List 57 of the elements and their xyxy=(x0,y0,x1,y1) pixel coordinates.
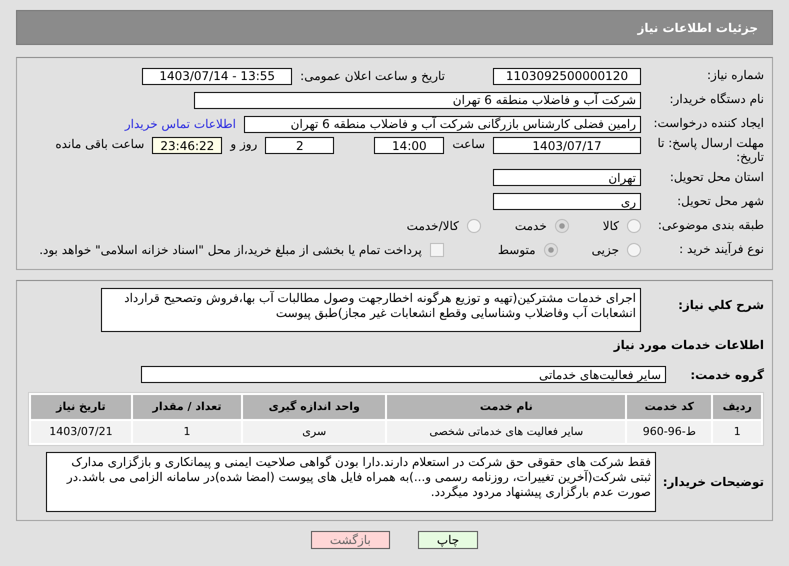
creator-field: رامین فضلی کارشناس بازرگانی شرکت آب و فاضلاب منطقه 6 تهران xyxy=(244,116,641,132)
checkbox-label: پرداخت تمام یا بخشی از مبلغ خرید،از محل "اسناد خزانه اسلامی" خواهد بود. xyxy=(39,242,422,257)
table-cell: سایر فعالیت های خدماتی شخصی xyxy=(387,420,626,443)
radio-button[interactable] xyxy=(466,218,481,233)
service-group-field: سایر فعالیت‌های خدماتی xyxy=(141,366,666,384)
radio-label: خدمت xyxy=(514,218,547,233)
field-label: ایجاد کننده درخواست: xyxy=(652,117,764,131)
checkbox[interactable] xyxy=(430,242,444,257)
field-label: توضیحات خریدار: xyxy=(664,474,764,489)
page-header: جزئیات اطلاعات نیاز xyxy=(16,10,773,45)
print-button[interactable]: چاپ xyxy=(418,530,478,549)
field-label: روز و xyxy=(230,137,258,151)
table-cell: 1403/07/21 xyxy=(31,420,131,443)
radio-label: جزیی xyxy=(592,242,619,257)
field-label: گروه خدمت: xyxy=(689,368,764,382)
radio-button[interactable] xyxy=(554,218,569,233)
field-label: ساعت باقی مانده xyxy=(55,137,144,151)
field-label: شماره نیاز: xyxy=(706,69,764,83)
deadline-date-field: 1403/07/17 xyxy=(493,137,641,154)
field-label: نام دستگاه خریدار: xyxy=(668,93,764,107)
field-label: مهلت ارسال پاسخ: تا تاریخ: xyxy=(656,137,764,165)
table-cell: 1 xyxy=(713,420,761,443)
field-label: شرح کلي نياز: xyxy=(677,298,764,312)
table-cell: سری xyxy=(243,420,386,443)
table-cell: ط-96-960 xyxy=(627,420,712,443)
field-label: استان محل تحویل: xyxy=(668,170,764,184)
field-label: طبقه بندی موضوعی: xyxy=(656,218,764,232)
description-box: اجرای خدمات مشترکین(تهیه و توزیع هرگونه اخطارجهت وصول مطالبات آب بها،فروش وتصحیح قرارداد انشعابات آب وفاضلاب وشناسایی وقطع انشعابات غیر مجاز)طبق پیوست xyxy=(101,288,641,332)
deadline-time-field: 14:00 xyxy=(374,137,444,154)
need-number-field: 1103092500000120 xyxy=(493,68,641,84)
announce-date-field: 1403/07/14 - 13:55 xyxy=(142,68,292,84)
buyer-contact-link[interactable]: اطلاعات تماس خریدار xyxy=(124,117,236,131)
radio-button[interactable] xyxy=(627,218,641,233)
days-field: 2 xyxy=(265,137,334,154)
remaining-time-field: 23:46:22 xyxy=(152,137,222,154)
column-header: تعداد / مقدار xyxy=(132,394,242,419)
column-header: نام خدمت xyxy=(387,394,626,419)
radio-button[interactable] xyxy=(627,242,641,257)
field-label: ساعت xyxy=(452,137,485,151)
section-title: اطلاعات خدمات مورد نیاز xyxy=(614,338,764,352)
buyer-field: شرکت آب و فاضلاب منطقه 6 تهران xyxy=(194,92,641,108)
field-label: تاریخ و ساعت اعلان عمومی: xyxy=(300,69,445,83)
table-cell: 1 xyxy=(132,420,242,443)
field-label: نوع فرآیند خرید : xyxy=(678,242,764,256)
radio-label: کالا xyxy=(602,218,619,233)
column-header: تاریخ نیاز xyxy=(31,394,131,419)
column-header: کد خدمت xyxy=(627,394,712,419)
column-header: ردیف xyxy=(713,394,761,419)
radio-label: متوسط xyxy=(498,242,536,257)
back-button[interactable]: بازگشت xyxy=(310,530,390,549)
field-label: شهر محل تحویل: xyxy=(676,194,764,208)
buyer-notes-box: فقط شرکت های حقوقی حق شرکت در استعلام دارند.دارا بودن گواهی صلاحیت ایمنی و پیمانکاری و بازگزاری مدارک ثبتی شرکت(آخرین تغییرات، روزنامه رسمی و...)به همراه فایل های پیوست (امضا شده)در سامانه الزامی می باشد.در صورت عدم بارگزاری پیشنهاد مردود میگردد. xyxy=(46,452,656,512)
city-field: ری xyxy=(493,193,641,210)
province-field: تهران xyxy=(493,169,641,186)
radio-button[interactable] xyxy=(544,242,558,257)
column-header: واحد اندازه گیری xyxy=(243,394,386,419)
radio-label: کالا/خدمت xyxy=(406,218,459,233)
